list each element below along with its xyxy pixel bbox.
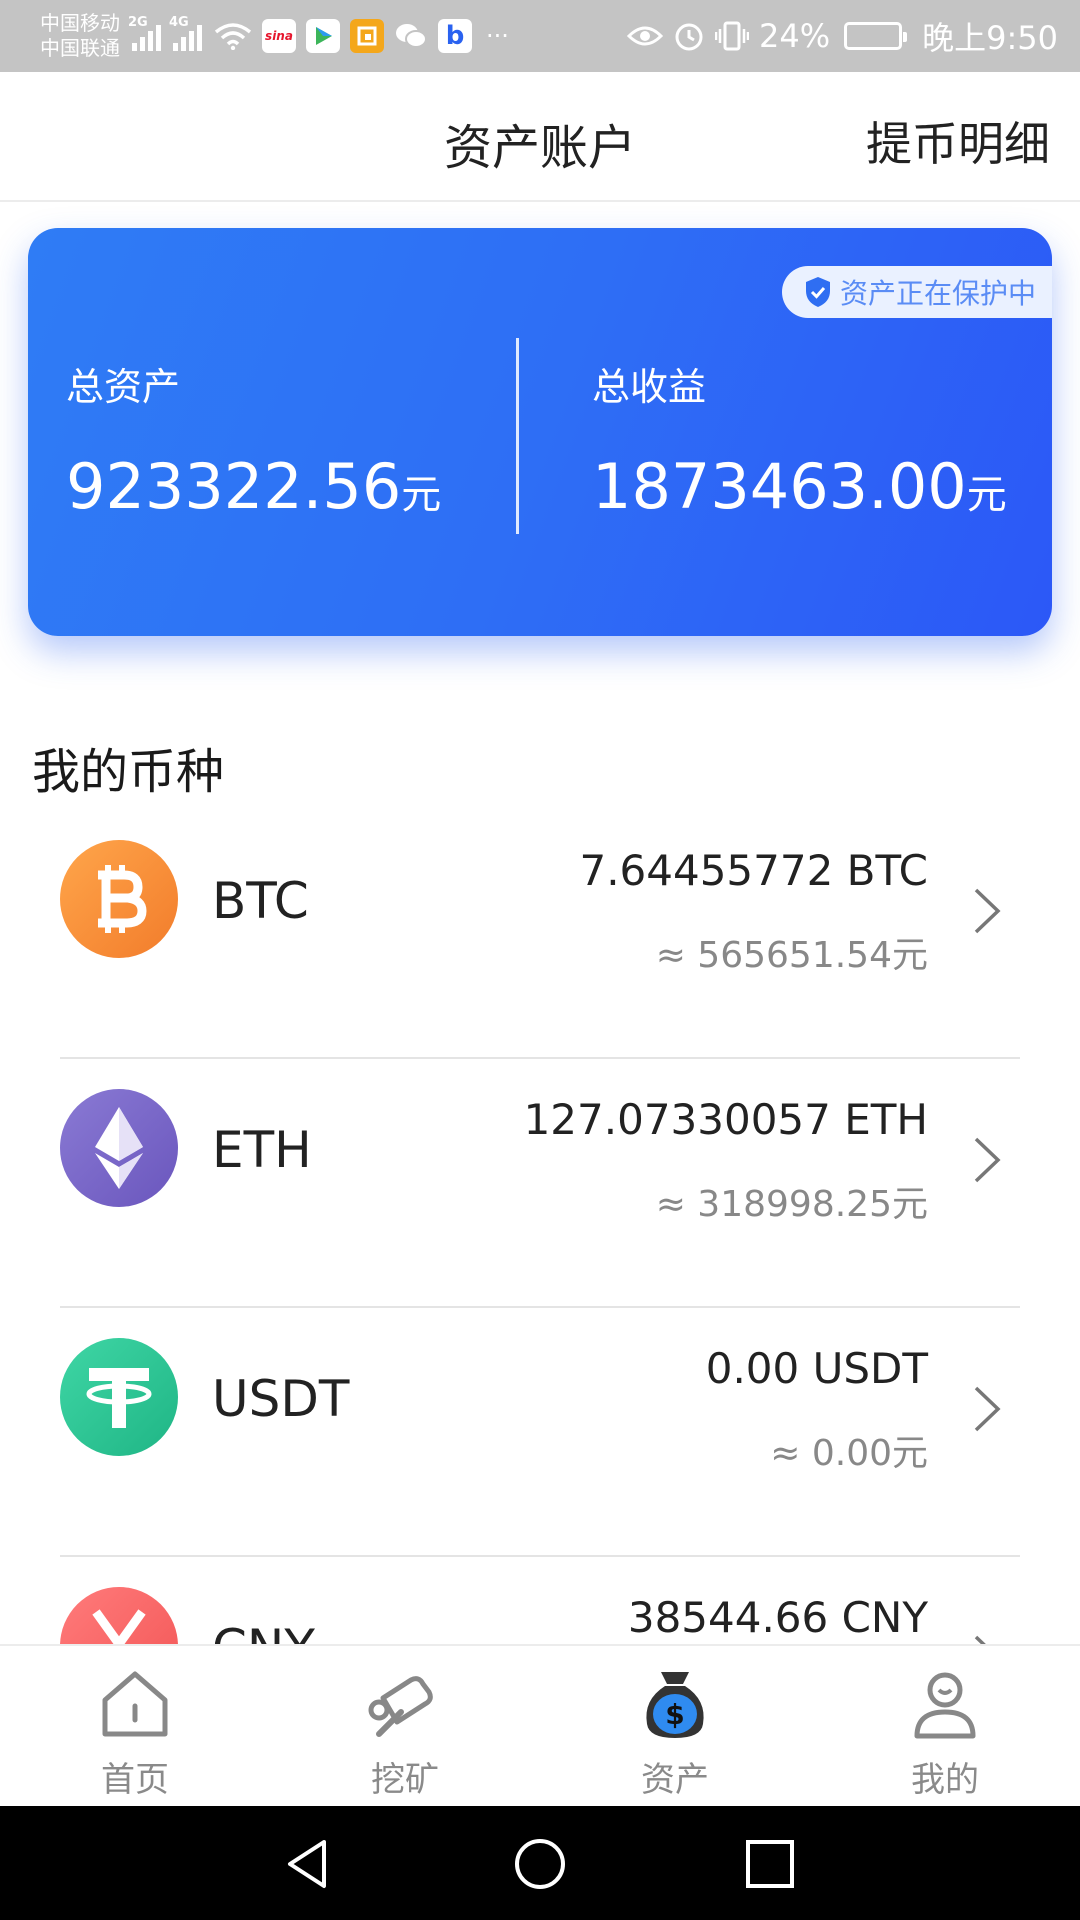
carrier-names: 中国移动 中国联通 bbox=[40, 11, 120, 61]
nav-item-profile[interactable]: 我的 bbox=[810, 1646, 1080, 1806]
more-notifications: ··· bbox=[486, 22, 509, 50]
total-assets-value: 923322.56元 bbox=[66, 450, 441, 523]
sina-icon: sina bbox=[262, 19, 296, 53]
clock: 晚上9:50 bbox=[922, 19, 1058, 57]
nav-item-assets[interactable]: $ 资产 bbox=[540, 1646, 810, 1806]
carrier-1: 中国移动 bbox=[40, 11, 120, 35]
battery-percent: 24% bbox=[759, 17, 831, 55]
nav-label-profile: 我的 bbox=[911, 1760, 979, 1800]
coin-cny-value: ≈ 0.00元 bbox=[770, 1433, 928, 1474]
money-bag-icon: $ bbox=[646, 1672, 704, 1738]
wifi-icon bbox=[214, 23, 252, 50]
status-bar: 中国移动 中国联通 2G 4G sina b ··· 24% 晚上9:50 bbox=[0, 0, 1080, 72]
total-income-label: 总收益 bbox=[592, 365, 707, 409]
battery-icon bbox=[844, 22, 908, 50]
chevron-right-icon bbox=[974, 1137, 1001, 1183]
total-assets-label: 总资产 bbox=[66, 365, 181, 409]
home-icon bbox=[102, 1671, 168, 1737]
user-icon bbox=[914, 1672, 976, 1739]
coin-row-btc[interactable]: BTC 7.64455772 BTC ≈ 565651.54元 bbox=[0, 810, 1080, 1059]
coin-cny-value: ≈ 565651.54元 bbox=[655, 935, 928, 976]
coin-name: ETH bbox=[212, 1121, 312, 1179]
coin-amount: 38544.66 CNY bbox=[627, 1593, 928, 1642]
signal-2g-icon: 2G bbox=[128, 15, 161, 51]
section-title-my-coins: 我的币种 bbox=[32, 744, 225, 800]
total-assets-amount: 923322.56 bbox=[66, 450, 402, 523]
carrier-2: 中国联通 bbox=[40, 36, 120, 60]
recents-square-icon[interactable] bbox=[742, 1836, 798, 1892]
svg-text:$: $ bbox=[665, 1698, 684, 1731]
nav-label-mining: 挖矿 bbox=[371, 1760, 439, 1800]
nav-label-assets: 资产 bbox=[641, 1760, 709, 1800]
coin-row-eth[interactable]: ETH 127.07330057 ETH ≈ 318998.25元 bbox=[0, 1059, 1080, 1308]
coin-name: USDT bbox=[212, 1370, 350, 1428]
signal-2-generation: 4G bbox=[169, 15, 189, 30]
withdrawal-details-link[interactable]: 提币明细 bbox=[866, 108, 1050, 174]
ethereum-icon bbox=[60, 1089, 178, 1207]
total-income-amount: 1873463.00 bbox=[592, 450, 967, 523]
coin-name: BTC bbox=[212, 872, 309, 930]
eye-icon bbox=[627, 26, 663, 46]
status-right: 24% 晚上9:50 bbox=[627, 13, 1058, 59]
coin-amount: 0.00 USDT bbox=[705, 1344, 928, 1393]
tether-icon bbox=[60, 1338, 178, 1456]
yellow-app-icon bbox=[350, 19, 384, 53]
yuan-icon bbox=[60, 1587, 178, 1644]
coin-name: CNY bbox=[212, 1619, 315, 1644]
back-triangle-icon[interactable] bbox=[280, 1836, 336, 1892]
coin-row-cny[interactable]: CNY 38544.66 CNY bbox=[0, 1557, 1080, 1644]
sina-icon-text: sina bbox=[265, 29, 293, 43]
total-income-unit: 元 bbox=[966, 472, 1007, 518]
card-divider bbox=[516, 338, 519, 534]
coin-amount: 7.64455772 BTC bbox=[579, 846, 928, 895]
alarm-icon bbox=[675, 23, 703, 51]
nav-item-home[interactable]: 首页 bbox=[0, 1646, 270, 1806]
protection-badge: 资产正在保护中 bbox=[781, 266, 1052, 318]
coin-cny-value: ≈ 318998.25元 bbox=[655, 1184, 928, 1225]
protection-badge-text: 资产正在保护中 bbox=[839, 277, 1036, 310]
shield-icon bbox=[805, 277, 830, 307]
play-icon bbox=[306, 19, 340, 53]
signal-4g-icon: 4G bbox=[169, 15, 202, 51]
b-app-icon: b bbox=[438, 19, 472, 53]
system-nav-bar bbox=[0, 1806, 1080, 1920]
bottom-nav: 首页 挖矿 $ 资产 我的 bbox=[0, 1644, 1080, 1806]
b-app-icon-text: b bbox=[445, 21, 465, 51]
chevron-right-icon bbox=[974, 1386, 1001, 1432]
total-assets-unit: 元 bbox=[401, 472, 442, 518]
home-circle-icon[interactable] bbox=[512, 1836, 568, 1892]
asset-summary-card: 资产正在保护中 总资产 923322.56元 总收益 1873463.00元 bbox=[28, 228, 1052, 636]
nav-label-home: 首页 bbox=[101, 1760, 169, 1800]
vibrate-icon bbox=[715, 21, 749, 51]
chevron-right-icon bbox=[974, 1635, 986, 1644]
coin-list: BTC 7.64455772 BTC ≈ 565651.54元 ETH 127.… bbox=[0, 810, 1080, 1644]
coin-row-usdt[interactable]: USDT 0.00 USDT ≈ 0.00元 bbox=[0, 1308, 1080, 1557]
wechat-icon bbox=[394, 19, 428, 53]
app-header: 资产账户 提币明细 bbox=[0, 72, 1080, 202]
coin-amount: 127.07330057 ETH bbox=[523, 1095, 928, 1144]
total-income-value: 1873463.00元 bbox=[592, 450, 1007, 523]
nav-item-mining[interactable]: 挖矿 bbox=[270, 1646, 540, 1806]
bitcoin-icon bbox=[60, 840, 178, 958]
chevron-right-icon bbox=[974, 888, 1001, 934]
mining-icon bbox=[368, 1676, 433, 1737]
signal-1-generation: 2G bbox=[128, 15, 148, 30]
